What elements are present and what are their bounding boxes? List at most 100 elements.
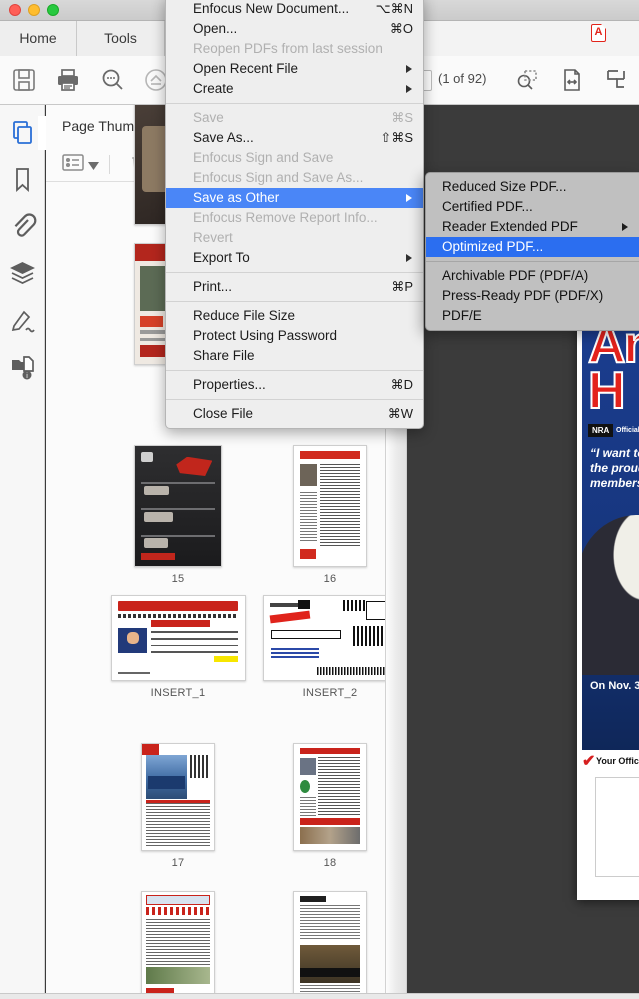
fit-width-icon[interactable] xyxy=(558,66,586,94)
save-icon[interactable] xyxy=(10,66,38,94)
close-window-button[interactable] xyxy=(9,4,21,16)
menu-item-enfocus-new-document[interactable]: Enfocus New Document... ⌥⌘N xyxy=(166,0,423,19)
menu-item-create[interactable]: Create xyxy=(166,79,423,99)
thumbnail-label: 16 xyxy=(323,573,337,585)
member-card-box xyxy=(595,777,639,877)
sidebar-item-layers[interactable] xyxy=(6,257,39,290)
menu-item-label: Enfocus Sign and Save xyxy=(193,150,334,165)
menu-separator xyxy=(166,301,423,302)
submenu-item-label: Press-Ready PDF (PDF/X) xyxy=(442,288,604,303)
save-as-other-submenu[interactable]: Reduced Size PDF... Certified PDF... Reade… xyxy=(425,172,639,331)
menu-item-label: Save As... xyxy=(193,130,254,145)
menu-item-label: Print... xyxy=(193,279,233,294)
thumbnail-size-icon[interactable] xyxy=(60,151,86,180)
menu-item-label: Properties... xyxy=(193,377,266,392)
sidebar-item-signatures[interactable] xyxy=(6,304,39,337)
menu-item-save-as-other[interactable]: Save as Other xyxy=(166,188,423,208)
menu-item-label: Close File xyxy=(193,406,254,421)
magazine-cover-art: Am H NRA Official Journal “I want to tha… xyxy=(582,320,639,750)
file-menu[interactable]: Enfocus New Document... ⌥⌘N Open... ⌘O Reope… xyxy=(165,0,424,429)
menu-item-properties[interactable]: Properties... ⌘D xyxy=(166,375,423,395)
menu-item-close-file[interactable]: Close File ⌘W xyxy=(166,404,423,424)
submenu-separator xyxy=(426,261,639,262)
minimize-window-button[interactable] xyxy=(28,4,40,16)
submenu-item-certified-pdf[interactable]: Certified PDF... xyxy=(426,197,639,217)
submenu-arrow-icon xyxy=(622,223,628,231)
menu-item-revert: Revert xyxy=(166,228,423,248)
navigation-rail: i xyxy=(0,105,46,999)
menu-item-reopen-pdfs-from-last-session: Reopen PDFs from last session xyxy=(166,39,423,59)
cover-title-line2: H xyxy=(587,362,627,420)
member-card-row: ✔ Your Official NRA Member Card xyxy=(582,754,639,771)
thumbnail-label: INSERT_1 xyxy=(150,687,206,699)
thumbnail-cell: INSERT_1 xyxy=(110,595,246,699)
submenu-item-archivable-pdf-pdf-a[interactable]: Archivable PDF (PDF/A) xyxy=(426,266,639,286)
submenu-item-label: Archivable PDF (PDF/A) xyxy=(442,268,589,283)
thumbnail-cell: 20 xyxy=(262,891,385,999)
menu-item-shortcut: ⌘D xyxy=(390,377,413,392)
cover-tagline: On Nov. 3 Stand with us xyxy=(590,680,639,692)
document-page[interactable]: Am H NRA Official Journal “I want to tha… xyxy=(577,315,639,900)
member-card-label: Your Official NRA Member Card xyxy=(596,756,639,766)
thumbnail-label: INSERT_2 xyxy=(302,687,358,699)
submenu-arrow-icon xyxy=(406,65,412,73)
menu-item-label: Enfocus Remove Report Info... xyxy=(193,210,378,225)
submenu-item-optimized-pdf[interactable]: Optimized PDF... xyxy=(426,237,639,257)
menu-item-label: Enfocus Sign and Save As... xyxy=(193,170,364,185)
menu-item-label: Save as Other xyxy=(193,190,280,205)
menu-item-label: Reduce File Size xyxy=(193,308,296,323)
sidebar-item-document-security[interactable]: i xyxy=(6,351,39,384)
menu-item-label: Open Recent File xyxy=(193,61,299,76)
menu-item-share-file[interactable]: Share File xyxy=(166,346,423,366)
menu-item-protect-using-password[interactable]: Protect Using Password xyxy=(166,326,423,346)
official-journal-label: Official Journal xyxy=(616,427,639,434)
menu-item-label: Reopen PDFs from last session xyxy=(193,41,383,56)
menu-item-save-as[interactable]: Save As... ⇧⌘S xyxy=(166,128,423,148)
submenu-item-label: Optimized PDF... xyxy=(442,239,544,254)
submenu-item-label: Certified PDF... xyxy=(442,199,533,214)
tab-tools[interactable]: Tools xyxy=(77,21,165,56)
thumbnail-cell: 17 xyxy=(110,743,246,869)
menu-item-shortcut: ⌘S xyxy=(391,110,413,125)
menu-item-label: Enfocus New Document... xyxy=(193,1,350,16)
menu-item-label: Revert xyxy=(193,230,233,245)
cover-quote: “I want to thank each of you, the proud,… xyxy=(590,446,639,490)
zoom-selection-icon[interactable] xyxy=(512,66,540,94)
thumbnail-label: 17 xyxy=(171,857,185,869)
menu-item-label: Share File xyxy=(193,348,255,363)
submenu-item-reduced-size-pdf[interactable]: Reduced Size PDF... xyxy=(426,177,639,197)
menu-item-export-to[interactable]: Export To xyxy=(166,248,423,268)
tab-home[interactable]: Home xyxy=(0,21,77,56)
menu-item-open-recent-file[interactable]: Open Recent File xyxy=(166,59,423,79)
pdf-file-icon xyxy=(591,24,606,42)
submenu-item-pdf-e[interactable]: PDF/E xyxy=(426,306,639,326)
sidebar-item-attachments[interactable] xyxy=(6,210,39,243)
page-layout-icon[interactable] xyxy=(602,66,630,94)
sidebar-item-bookmarks[interactable] xyxy=(6,163,39,196)
thumbnail-label: 15 xyxy=(171,573,185,585)
menu-item-print[interactable]: Print... ⌘P xyxy=(166,277,423,297)
search-icon[interactable] xyxy=(98,66,126,94)
submenu-arrow-icon xyxy=(406,85,412,93)
chevron-down-icon[interactable] xyxy=(88,157,99,175)
thumbnail-label: 18 xyxy=(323,857,337,869)
submenu-arrow-icon xyxy=(406,254,412,262)
menu-item-label: Open... xyxy=(193,21,238,36)
thumbnail-cell: 16 xyxy=(262,445,385,585)
page-count-label: (1 of 92) xyxy=(438,71,487,86)
submenu-item-press-ready-pdf-pdf-x[interactable]: Press-Ready PDF (PDF/X) xyxy=(426,286,639,306)
status-bar xyxy=(0,993,639,999)
submenu-item-reader-extended-pdf[interactable]: Reader Extended PDF xyxy=(426,217,639,237)
print-icon[interactable] xyxy=(54,66,82,94)
menu-separator xyxy=(166,399,423,400)
menu-item-shortcut: ⌥⌘N xyxy=(375,1,413,16)
maximize-window-button[interactable] xyxy=(47,4,59,16)
menu-item-open[interactable]: Open... ⌘O xyxy=(166,19,423,39)
menu-separator xyxy=(166,103,423,104)
thumbnail-cell: INSERT_2 xyxy=(262,595,385,699)
sidebar-item-page-thumbnails[interactable] xyxy=(6,116,39,149)
menu-item-shortcut: ⌘W xyxy=(387,406,413,421)
window-controls xyxy=(9,4,59,16)
menu-separator xyxy=(166,272,423,273)
menu-item-reduce-file-size[interactable]: Reduce File Size xyxy=(166,306,423,326)
